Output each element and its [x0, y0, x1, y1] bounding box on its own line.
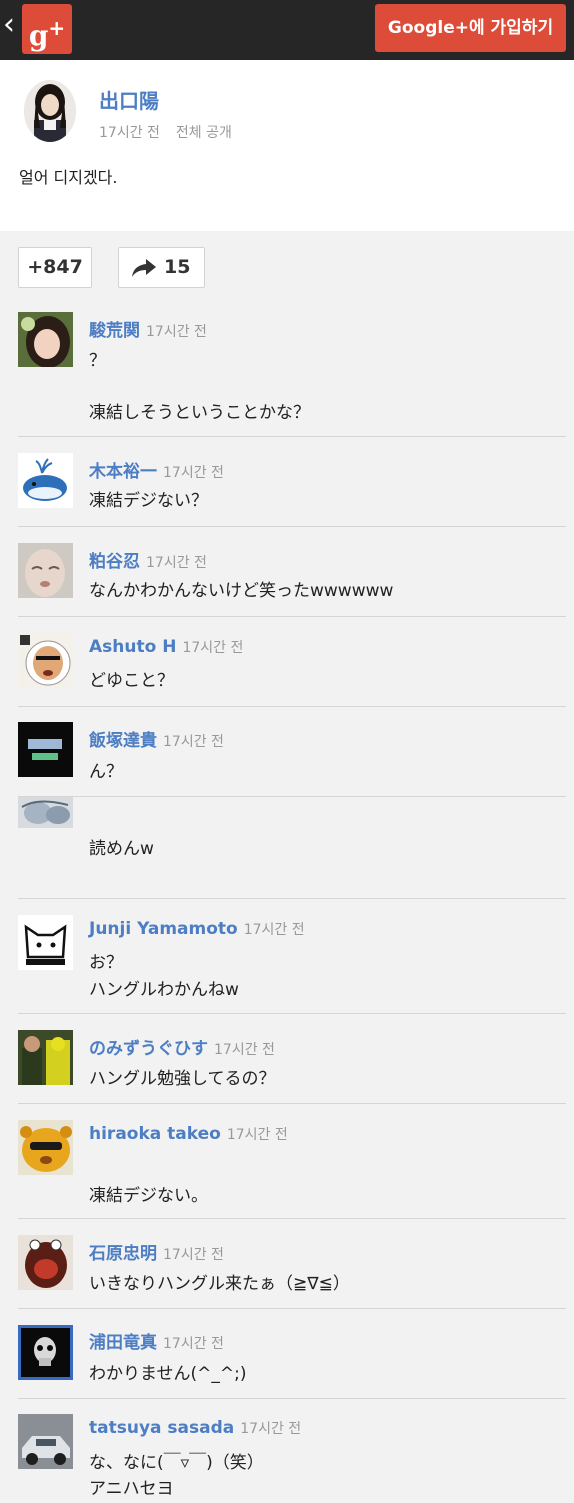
comment-text: アニハセヨ — [89, 1479, 174, 1499]
logo-letter: g — [28, 19, 49, 53]
commenter-avatar[interactable] — [18, 633, 73, 688]
comment-header: tatsuya sasada 17시간 전 — [89, 1418, 301, 1438]
comment-time: 17시간 전 — [146, 555, 207, 571]
comment-time: 17시간 전 — [163, 465, 224, 481]
comment-text: 読めんw — [89, 839, 154, 859]
comment-time: 17시간 전 — [214, 1042, 275, 1058]
comment-time: 17시간 전 — [146, 324, 207, 340]
commenter-name[interactable]: 駿荒関 — [89, 321, 140, 341]
comment-item: 木本裕一 17시간 전 凍結デジない？ — [0, 437, 574, 527]
comment-item: hiraoka takeo 17시간 전 凍結デジない。 — [0, 1104, 574, 1219]
post-meta: 17시간 전 전체 공개 — [99, 122, 232, 142]
comment-header: 飯塚達貴 17시간 전 — [89, 726, 224, 751]
share-count: 15 — [164, 256, 191, 278]
post-card: 出口陽 17시간 전 전체 공개 얼어 디지겠다. — [0, 60, 574, 231]
commenter-name[interactable]: 粕谷忍 — [89, 552, 140, 572]
comment-text: いきなりハングル来たぁ（≧∇≦） — [89, 1274, 350, 1294]
commenter-name[interactable]: hiraoka takeo — [89, 1124, 221, 1144]
comment-time: 17시간 전 — [163, 1336, 224, 1352]
commenter-avatar[interactable] — [18, 312, 73, 367]
comment-text: な、なに(￣▿￣)（笑） — [89, 1453, 264, 1473]
commenter-avatar[interactable] — [18, 1120, 73, 1175]
action-row: +847 15 — [0, 231, 574, 301]
commenter-avatar[interactable] — [18, 1414, 73, 1469]
comment-text: どゆこと？ — [89, 671, 174, 691]
commenter-name[interactable]: 石原忠明 — [89, 1244, 157, 1264]
logo-plus: + — [48, 16, 66, 40]
comment-text: ん？ — [89, 762, 123, 782]
commenter-name[interactable]: Ashuto H — [89, 637, 176, 657]
comment-header: 駿荒関 17시간 전 — [89, 316, 207, 341]
comment-text: なんかわかんないけど笑ったwwwwww — [89, 581, 394, 601]
comment-header: のみずうぐひす 17시간 전 — [89, 1034, 275, 1059]
commenter-name[interactable]: tatsuya sasada — [89, 1418, 234, 1438]
comment-time: 17시간 전 — [163, 734, 224, 750]
comment-header: 石原忠明 17시간 전 — [89, 1239, 224, 1264]
post-visibility: 전체 공개 — [175, 125, 232, 141]
comment-item: のみずうぐひす 17시간 전 ハングル勉強してるの？ — [0, 1014, 574, 1104]
comment-item: 飯塚達貴 17시간 전 ん？ — [0, 707, 574, 797]
comment-text: 凍結デジない。 — [89, 1186, 208, 1206]
comment-text: わかりません(^_^;) — [89, 1364, 247, 1384]
comment-header: Junji Yamamoto 17시간 전 — [89, 919, 305, 939]
commenter-avatar[interactable] — [18, 722, 73, 777]
author-avatar[interactable] — [24, 80, 76, 142]
commenter-avatar[interactable] — [18, 915, 73, 970]
comment-time: 17시간 전 — [243, 922, 305, 938]
top-bar: ‹ g+ Google+에 가입하기 — [0, 0, 574, 60]
commenter-name[interactable]: 木本裕一 — [89, 462, 157, 482]
commenter-name[interactable]: のみずうぐひす — [89, 1039, 208, 1059]
comment-time: 17시간 전 — [226, 1127, 288, 1143]
comment-header: 浦田竜真 17시간 전 — [89, 1328, 224, 1353]
comment-header: Ashuto H 17시간 전 — [89, 637, 243, 657]
comment-item: 粕谷忍 17시간 전 なんかわかんないけど笑ったwwwwww — [0, 527, 574, 617]
commenter-avatar[interactable] — [18, 543, 73, 598]
comment-text: 凍結デジない？ — [89, 491, 208, 511]
comment-text: ハングル勉強してるの？ — [89, 1069, 276, 1089]
google-plus-logo[interactable]: g+ — [22, 4, 72, 54]
comment-text: ハングルわかんねw — [89, 980, 239, 1000]
comment-item: 駿荒関 17시간 전 ？ 凍結しそうということかな？ — [0, 301, 574, 437]
comment-text: 凍結しそうということかな？ — [89, 403, 310, 423]
commenter-avatar[interactable] — [18, 1030, 73, 1085]
commenter-avatar[interactable] — [18, 1235, 73, 1290]
plus-one-button[interactable]: +847 — [18, 247, 92, 288]
commenter-name[interactable]: 飯塚達貴 — [89, 731, 157, 751]
comment-item: tatsuya sasada 17시간 전 な、なに(￣▿￣)（笑） アニハセヨ — [0, 1399, 574, 1503]
commenter-avatar[interactable] — [18, 453, 73, 508]
comment-item: 石原忠明 17시간 전 いきなりハングル来たぁ（≧∇≦） — [0, 1219, 574, 1309]
comment-item: 読めんw — [0, 797, 574, 899]
post-body: 얼어 디지겠다. — [19, 168, 118, 187]
commenter-avatar[interactable] — [18, 1325, 73, 1380]
comment-item: Ashuto H 17시간 전 どゆこと？ — [0, 617, 574, 707]
comment-item: Junji Yamamoto 17시간 전 お？ ハングルわかんねw — [0, 899, 574, 1014]
comment-time: 17시간 전 — [163, 1247, 224, 1263]
share-arrow-icon — [132, 259, 156, 277]
commenter-name[interactable]: Junji Yamamoto — [89, 919, 238, 939]
comment-text: お？ — [89, 953, 123, 973]
comment-item: 浦田竜真 17시간 전 わかりません(^_^;) — [0, 1309, 574, 1399]
back-chevron-icon[interactable]: ‹ — [3, 8, 21, 42]
join-google-plus-button[interactable]: Google+에 가입하기 — [375, 4, 566, 52]
share-button[interactable]: 15 — [118, 247, 205, 288]
post-author-name[interactable]: 出口陽 — [99, 85, 159, 114]
post-time: 17시간 전 — [99, 125, 160, 141]
comment-text: ？ — [89, 351, 106, 371]
comment-header: 木本裕一 17시간 전 — [89, 457, 224, 482]
commenter-name[interactable]: 浦田竜真 — [89, 1333, 157, 1353]
comment-time: 17시간 전 — [182, 640, 244, 656]
commenter-avatar[interactable] — [18, 797, 73, 828]
comment-time: 17시간 전 — [240, 1421, 302, 1437]
comment-header: hiraoka takeo 17시간 전 — [89, 1124, 288, 1144]
comment-header: 粕谷忍 17시간 전 — [89, 547, 207, 572]
